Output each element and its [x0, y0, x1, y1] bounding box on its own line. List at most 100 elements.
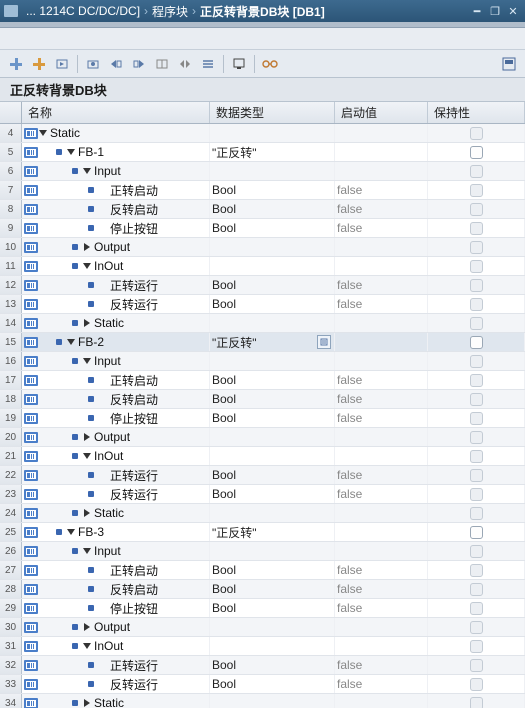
cell-start-value[interactable]	[335, 124, 428, 142]
expand-toggle-icon[interactable]	[66, 337, 76, 347]
cell-start-value[interactable]	[335, 447, 428, 465]
row-number[interactable]: 26	[0, 542, 22, 560]
table-row[interactable]: 7正转启动Boolfalse	[0, 181, 525, 200]
toolbar-load-retain-icon[interactable]	[152, 54, 172, 74]
cell-start-value[interactable]: false	[335, 599, 428, 617]
cell-name[interactable]: 停止按钮	[22, 599, 210, 617]
cell-type[interactable]: "正反转"	[210, 143, 335, 161]
cell-name[interactable]: InOut	[22, 257, 210, 275]
cell-type[interactable]: Bool	[210, 181, 335, 199]
table-row[interactable]: 31InOut	[0, 637, 525, 656]
cell-start-value[interactable]	[335, 352, 428, 370]
table-row[interactable]: 5FB-1"正反转"	[0, 143, 525, 162]
cell-start-value[interactable]	[335, 542, 428, 560]
table-row[interactable]: 4Static	[0, 124, 525, 143]
cell-start-value[interactable]: false	[335, 371, 428, 389]
cell-type[interactable]: "正反转"	[210, 333, 335, 351]
row-number[interactable]: 27	[0, 561, 22, 579]
table-row[interactable]: 15FB-2"正反转"	[0, 333, 525, 352]
cell-type[interactable]: Bool	[210, 219, 335, 237]
table-row[interactable]: 25FB-3"正反转"	[0, 523, 525, 542]
cell-name[interactable]: 反转运行	[22, 485, 210, 503]
toolbar-load-start-icon[interactable]	[52, 54, 72, 74]
cell-start-value[interactable]: false	[335, 276, 428, 294]
toolbar-expand-all-icon[interactable]	[198, 54, 218, 74]
cell-name[interactable]: Input	[22, 162, 210, 180]
row-number[interactable]: 21	[0, 447, 22, 465]
cell-type[interactable]: Bool	[210, 485, 335, 503]
row-number[interactable]: 5	[0, 143, 22, 161]
cell-start-value[interactable]	[335, 162, 428, 180]
expand-toggle-icon[interactable]	[82, 698, 92, 708]
row-number[interactable]: 20	[0, 428, 22, 446]
row-number[interactable]: 29	[0, 599, 22, 617]
cell-type[interactable]	[210, 542, 335, 560]
cell-type[interactable]: Bool	[210, 580, 335, 598]
retain-checkbox[interactable]	[470, 336, 483, 349]
table-row[interactable]: 24Static	[0, 504, 525, 523]
row-number[interactable]: 11	[0, 257, 22, 275]
table-row[interactable]: 14Static	[0, 314, 525, 333]
cell-name[interactable]: FB-3	[22, 523, 210, 541]
cell-name[interactable]: 反转启动	[22, 390, 210, 408]
cell-type[interactable]	[210, 504, 335, 522]
cell-name[interactable]: FB-2	[22, 333, 210, 351]
cell-name[interactable]: Static	[22, 314, 210, 332]
row-number[interactable]: 8	[0, 200, 22, 218]
cell-start-value[interactable]: false	[335, 219, 428, 237]
minimize-button[interactable]: ━	[469, 4, 485, 18]
cell-name[interactable]: 反转启动	[22, 580, 210, 598]
table-row[interactable]: 6Input	[0, 162, 525, 181]
row-number[interactable]: 30	[0, 618, 22, 636]
column-header-retain[interactable]: 保持性	[428, 102, 525, 123]
table-row[interactable]: 30Output	[0, 618, 525, 637]
cell-type[interactable]	[210, 238, 335, 256]
table-row[interactable]: 19停止按钮Boolfalse	[0, 409, 525, 428]
row-number[interactable]: 24	[0, 504, 22, 522]
row-number[interactable]: 25	[0, 523, 22, 541]
cell-name[interactable]: Input	[22, 352, 210, 370]
row-number[interactable]: 15	[0, 333, 22, 351]
cell-start-value[interactable]	[335, 618, 428, 636]
cell-type[interactable]	[210, 694, 335, 708]
cell-name[interactable]: 停止按钮	[22, 219, 210, 237]
cell-type[interactable]: "正反转"	[210, 523, 335, 541]
cell-start-value[interactable]	[335, 238, 428, 256]
cell-name[interactable]: FB-1	[22, 143, 210, 161]
row-number[interactable]: 17	[0, 371, 22, 389]
retain-checkbox[interactable]	[470, 146, 483, 159]
row-number[interactable]: 4	[0, 124, 22, 142]
expand-toggle-icon[interactable]	[82, 356, 92, 366]
cell-type[interactable]: Bool	[210, 371, 335, 389]
cell-type[interactable]	[210, 618, 335, 636]
cell-start-value[interactable]: false	[335, 466, 428, 484]
cell-start-value[interactable]: false	[335, 390, 428, 408]
table-row[interactable]: 9停止按钮Boolfalse	[0, 219, 525, 238]
cell-name[interactable]: Output	[22, 428, 210, 446]
cell-name[interactable]: 正转运行	[22, 656, 210, 674]
table-row[interactable]: 27正转启动Boolfalse	[0, 561, 525, 580]
cell-type[interactable]: Bool	[210, 295, 335, 313]
column-header-start[interactable]: 启动值	[335, 102, 428, 123]
cell-name[interactable]: 正转启动	[22, 181, 210, 199]
cell-start-value[interactable]	[335, 257, 428, 275]
toolbar-glasses-icon[interactable]	[260, 54, 280, 74]
cell-name[interactable]: Input	[22, 542, 210, 560]
cell-type[interactable]: Bool	[210, 675, 335, 693]
row-number[interactable]: 33	[0, 675, 22, 693]
cell-name[interactable]: 正转运行	[22, 276, 210, 294]
cell-start-value[interactable]: false	[335, 295, 428, 313]
cell-type[interactable]	[210, 447, 335, 465]
retain-checkbox[interactable]	[470, 526, 483, 539]
row-number[interactable]: 22	[0, 466, 22, 484]
expand-toggle-icon[interactable]	[82, 451, 92, 461]
row-number[interactable]: 13	[0, 295, 22, 313]
table-row[interactable]: 32正转运行Boolfalse	[0, 656, 525, 675]
cell-type[interactable]	[210, 637, 335, 655]
cell-start-value[interactable]: false	[335, 485, 428, 503]
cell-type[interactable]	[210, 352, 335, 370]
row-number[interactable]: 10	[0, 238, 22, 256]
cell-start-value[interactable]	[335, 504, 428, 522]
type-picker-icon[interactable]	[317, 335, 331, 349]
cell-name[interactable]: 停止按钮	[22, 409, 210, 427]
